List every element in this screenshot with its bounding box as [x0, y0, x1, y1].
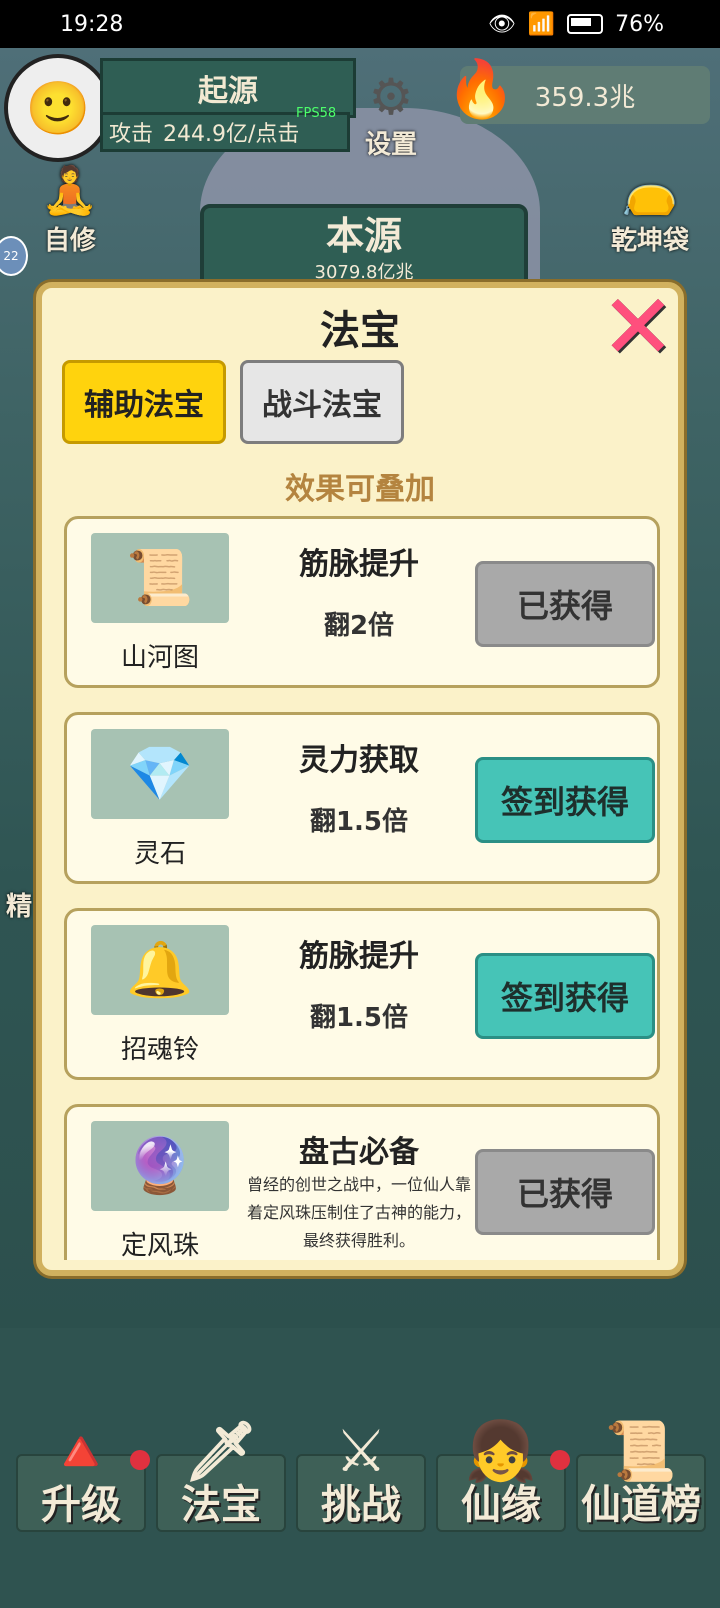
treasure-card: 🔔 招魂铃 筋脉提升 翻1.5倍 签到获得 [64, 908, 660, 1080]
treasure-list[interactable]: 📜 山河图 筋脉提升 翻2倍 已获得 💎 灵石 灵力获取 翻1.5倍 签到获得 … [62, 516, 662, 1260]
attack-value: 244.9亿/点击 [163, 122, 300, 147]
origin-banner: 本源 3079.8亿兆 [200, 204, 528, 292]
treasure-modal: 法宝 ✕ 辅助法宝 战斗法宝 效果可叠加 📜 山河图 筋脉提升 翻2倍 已获得 … [36, 282, 684, 1276]
sign-in-obtain-button[interactable]: 签到获得 [475, 953, 655, 1039]
meditation-icon: 🧘 [41, 163, 99, 217]
crossed-swords-icon: ⚔ [335, 1417, 387, 1485]
battery-icon [567, 14, 604, 34]
origin-value: 3079.8亿兆 [314, 262, 414, 283]
nav-fate[interactable]: 👧 仙缘 [436, 1417, 570, 1532]
nav-ranking[interactable]: 📜 仙道榜 [576, 1417, 706, 1532]
treasure-name: 山河图 [120, 643, 199, 673]
side-left-label: 精 [6, 892, 33, 922]
bag-icon: 👝 [621, 163, 679, 217]
notification-dot [130, 1450, 150, 1470]
obtained-button[interactable]: 已获得 [475, 1149, 655, 1235]
stackable-note: 效果可叠加 [285, 472, 435, 507]
obtained-button[interactable]: 已获得 [475, 561, 655, 647]
treasure-value: 翻1.5倍 [309, 1003, 409, 1033]
tab-battle-treasure[interactable]: 战斗法宝 [240, 360, 404, 444]
treasure-effect: 筋脉提升 [299, 939, 419, 974]
self-cultivate-label: 自修 [43, 226, 96, 256]
treasure-effect: 筋脉提升 [299, 547, 419, 582]
wifi-icon: 📶 [527, 11, 556, 37]
treasure-description: 曾经的创世之战中，一位仙人靠着定风珠压制住了古神的能力，最终获得胜利。 [246, 1175, 471, 1250]
fps-counter: FPS58 [296, 106, 337, 121]
girl-avatar-icon: 👧 [464, 1417, 538, 1485]
treasure-card: 💎 灵石 灵力获取 翻1.5倍 签到获得 [64, 712, 660, 884]
bottom-nav: 🔺 升级 🗡 法宝 ⚔ 挑战 👧 仙缘 📜 仙道榜 [0, 1408, 720, 1548]
bag-button[interactable]: 👝 乾坤袋 [598, 160, 702, 257]
treasure-value: 翻2倍 [323, 611, 395, 641]
orb-icon: 🔮 [91, 1121, 229, 1211]
sword-icon: 🗡 [184, 1417, 258, 1485]
treasure-card: 📜 山河图 筋脉提升 翻2倍 已获得 [64, 516, 660, 688]
status-bar: 19:28 👁 📶 76% [0, 0, 720, 48]
eye-icon: 👁 [487, 11, 516, 37]
player-avatar[interactable]: 🙂 [4, 54, 112, 162]
crystal-icon: 💎 [91, 729, 229, 819]
upgrade-arrow-icon: 🔺 [44, 1417, 118, 1485]
treasure-effect: 盘古必备 [299, 1135, 419, 1170]
origin-title: 本源 [325, 214, 402, 258]
scroll-icon: 📜 [91, 533, 229, 623]
attack-label: 攻击 [109, 122, 154, 147]
treasure-value: 翻1.5倍 [309, 807, 409, 837]
treasure-name: 灵石 [133, 839, 186, 869]
treasure-name: 定风珠 [120, 1231, 199, 1260]
gear-icon: ⚙ [368, 68, 414, 126]
treasure-card: 🔮 定风珠 盘古必备 曾经的创世之战中，一位仙人靠着定风珠压制住了古神的能力，最… [64, 1104, 660, 1260]
nav-treasure[interactable]: 🗡 法宝 [156, 1417, 286, 1532]
treasure-name: 招魂铃 [120, 1035, 199, 1065]
nav-upgrade[interactable]: 🔺 升级 [16, 1417, 150, 1532]
nav-challenge[interactable]: ⚔ 挑战 [296, 1417, 426, 1532]
battery-percent: 76% [615, 11, 664, 37]
tab-support-treasure[interactable]: 辅助法宝 [62, 360, 226, 444]
bell-icon: 🔔 [91, 925, 229, 1015]
close-icon: ✕ [600, 275, 676, 380]
bag-label: 乾坤袋 [610, 226, 689, 256]
close-button[interactable]: ✕ [600, 283, 676, 373]
sign-in-obtain-button[interactable]: 签到获得 [475, 757, 655, 843]
self-cultivate-button[interactable]: 🧘 自修 [28, 160, 112, 257]
treasure-effect: 灵力获取 [299, 743, 419, 778]
modal-title: 法宝 [320, 308, 400, 354]
currency-value: 359.3兆 [534, 82, 636, 113]
spirit-flame-icon: 🔥 [446, 57, 516, 122]
notification-dot [550, 1450, 570, 1470]
ranking-scroll-icon: 📜 [604, 1417, 678, 1485]
status-time: 19:28 [60, 11, 124, 37]
settings-label: 设置 [364, 130, 417, 160]
settings-button[interactable]: ⚙ 设置 [356, 68, 426, 160]
